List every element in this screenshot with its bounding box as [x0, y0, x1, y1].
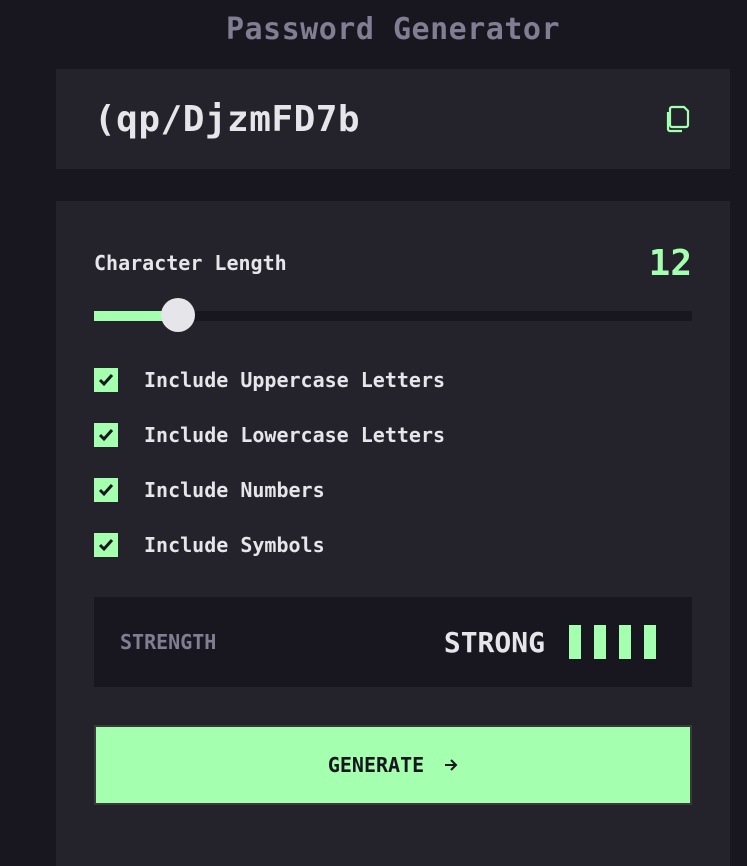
generate-button[interactable]: GENERATE [94, 725, 692, 805]
option-lowercase[interactable]: Include Lowercase Letters [94, 420, 692, 450]
slider-thumb[interactable] [160, 298, 195, 332]
strength-indicator: STRONG [444, 625, 656, 659]
length-slider[interactable] [94, 298, 692, 332]
length-value: 12 [648, 242, 692, 284]
option-uppercase[interactable]: Include Uppercase Letters [94, 365, 692, 395]
check-icon [98, 374, 114, 387]
strength-value: STRONG [443, 625, 545, 659]
password-text: (qp/DjzmFD7b [94, 98, 361, 140]
lowercase-checkbox[interactable] [94, 423, 118, 447]
strength-meter: STRENGTH STRONG [94, 597, 692, 687]
strength-bar [619, 625, 631, 659]
length-row: Character Length 12 [94, 241, 692, 285]
check-icon [98, 484, 114, 497]
option-label: Include Numbers [144, 478, 325, 502]
settings-panel: Character Length 12 Include Uppercase Le… [56, 201, 730, 866]
password-display: (qp/DjzmFD7b [56, 69, 730, 169]
generate-label: GENERATE [327, 753, 425, 777]
copy-button[interactable] [662, 103, 692, 135]
symbols-checkbox[interactable] [94, 533, 118, 557]
length-label: Character Length [94, 251, 287, 275]
strength-bar [644, 625, 656, 659]
strength-label: STRENGTH [120, 630, 217, 654]
option-label: Include Lowercase Letters [144, 423, 446, 447]
strength-bar [594, 625, 606, 659]
numbers-checkbox[interactable] [94, 478, 118, 502]
option-numbers[interactable]: Include Numbers [94, 475, 692, 505]
options-list: Include Uppercase Letters Include Lowerc… [94, 365, 692, 585]
strength-bar [569, 625, 581, 659]
password-generator-app: Password Generator (qp/DjzmFD7b Characte… [0, 0, 747, 866]
page-title: Password Generator [225, 12, 561, 47]
arrow-right-icon [444, 758, 458, 772]
strength-bars [569, 625, 656, 659]
copy-icon [666, 105, 690, 133]
uppercase-checkbox[interactable] [94, 368, 118, 392]
check-icon [98, 539, 114, 552]
option-symbols[interactable]: Include Symbols [94, 530, 692, 560]
option-label: Include Symbols [144, 533, 325, 557]
check-icon [98, 429, 114, 442]
option-label: Include Uppercase Letters [144, 368, 446, 392]
